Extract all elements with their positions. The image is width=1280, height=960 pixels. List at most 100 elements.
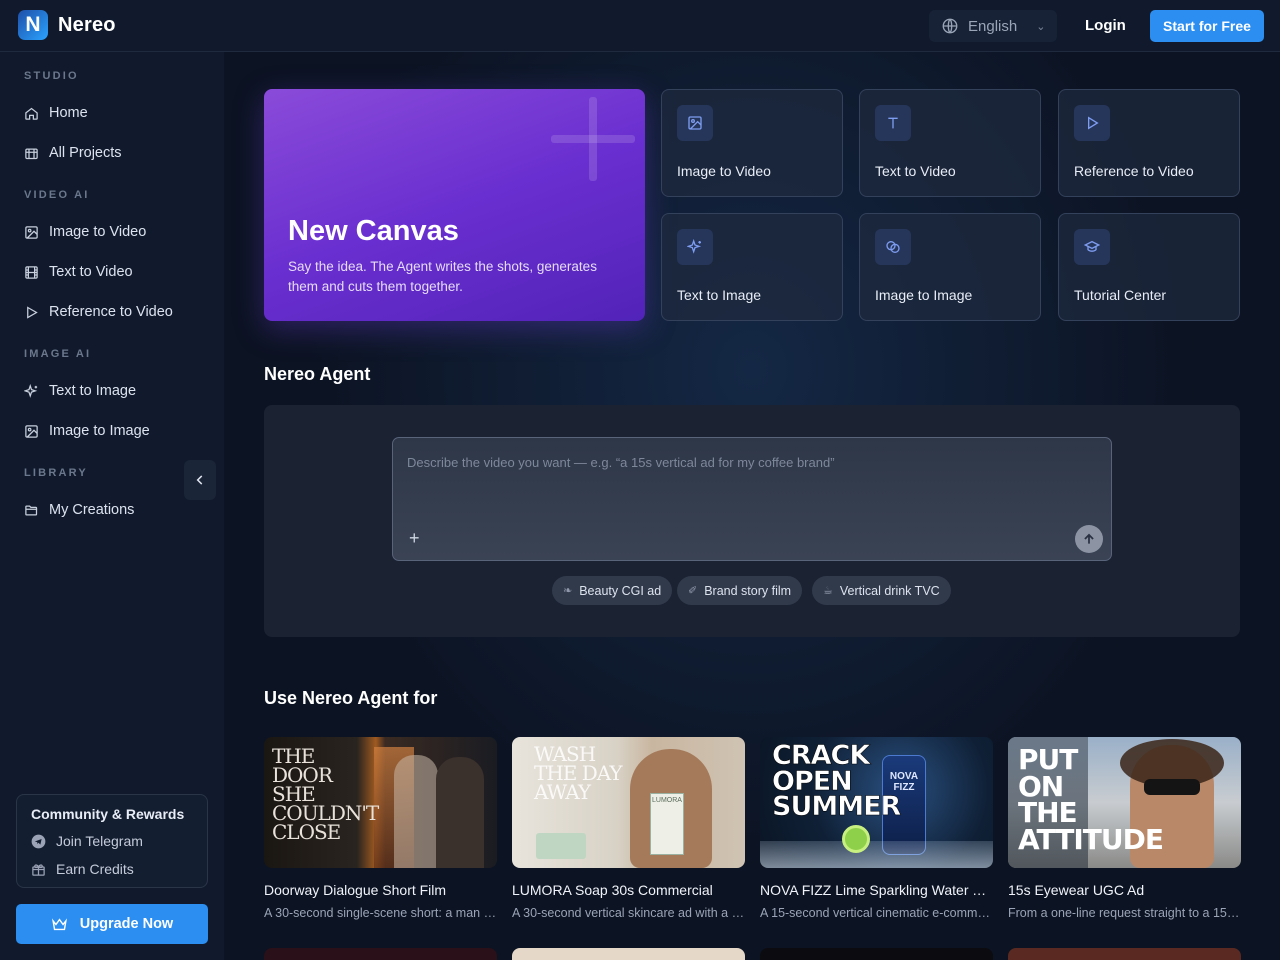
chip-label: Vertical drink TVC <box>839 583 940 598</box>
product-label: LUMORA <box>652 797 682 804</box>
film-icon <box>25 265 38 279</box>
logo[interactable]: N Nereo <box>18 10 116 40</box>
thumbnail-image: PUT ON THE ATTITUDE <box>1008 737 1241 868</box>
top-bar: N Nereo English ⌄ Login Start for Free <box>0 0 1280 52</box>
tool-label: Image to Video <box>677 163 771 179</box>
agent-prompt-input[interactable]: Describe the video you want — e.g. “a 15… <box>392 437 1112 561</box>
thumbnail-image: THE DOOR SHE COULDN'T CLOSE <box>264 737 497 868</box>
logo-icon: N <box>18 10 48 40</box>
sidebar-item-label: My Creations <box>49 502 135 518</box>
sparkle-icon <box>24 383 38 398</box>
add-attachment-icon[interactable]: + <box>409 528 420 549</box>
chip-vertical-drink-tvc[interactable]: ☕ Vertical drink TVC <box>812 576 951 605</box>
tool-card-reference-to-video[interactable]: Reference to Video <box>1058 89 1240 197</box>
sidebar-item-label: Text to Video <box>49 264 133 280</box>
main-content: New Canvas Say the idea. The Agent write… <box>224 52 1280 960</box>
thumbnail-image <box>512 948 745 960</box>
use-case-description: A 30-second single-scene short: a man an… <box>264 906 497 920</box>
sidebar-item-image-to-video[interactable]: Image to Video <box>24 220 146 244</box>
folder-open-icon <box>25 505 38 515</box>
tool-card-text-to-image[interactable]: Text to Image <box>661 213 843 321</box>
join-telegram-label: Join Telegram <box>56 833 143 849</box>
use-case-title: Doorway Dialogue Short Film <box>264 882 447 898</box>
sidebar: STUDIO Home All Projects VIDEO AI Image … <box>0 52 224 960</box>
chip-label: Brand story film <box>704 583 792 598</box>
tool-label: Image to Image <box>875 287 973 303</box>
use-case-title: 15s Eyewear UGC Ad <box>1008 882 1145 898</box>
thumbnail-caption: WASH THE DAY AWAY <box>534 742 623 804</box>
use-agent-heading: Use Nereo Agent for <box>264 688 438 708</box>
thumbnail-image: LUMORA WASH THE DAY AWAY <box>512 737 745 868</box>
thumbnail-caption: CRACK OPEN SUMMER <box>772 740 902 823</box>
thumbnail-caption: PUT ON THE ATTITUDE <box>1018 743 1164 856</box>
thumbnail-image <box>1008 948 1241 960</box>
thumbnail-image <box>760 948 993 960</box>
collapse-sidebar-button[interactable] <box>184 460 216 500</box>
sidebar-item-all-projects[interactable]: All Projects <box>24 141 122 165</box>
tool-card-text-to-video[interactable]: Text to Video <box>859 89 1041 197</box>
tool-label: Reference to Video <box>1074 163 1194 179</box>
community-rewards-panel: Community & Rewards Join Telegram Earn C… <box>16 794 208 888</box>
gift-icon <box>32 863 45 876</box>
crown-icon <box>51 917 67 930</box>
tool-label: Tutorial Center <box>1074 287 1167 303</box>
chip-brand-story-film[interactable]: ✐ Brand story film <box>677 576 803 605</box>
home-icon <box>25 107 38 120</box>
sidebar-item-label: All Projects <box>49 145 122 161</box>
tool-label: Text to Video <box>875 163 956 179</box>
play-icon <box>27 305 38 319</box>
play-icon <box>1074 105 1110 141</box>
thumbnail-image <box>264 948 497 960</box>
telegram-icon <box>31 834 46 848</box>
earn-credits-link[interactable]: Earn Credits <box>31 861 134 877</box>
text-icon <box>875 105 911 141</box>
send-button[interactable] <box>1075 525 1103 553</box>
sidebar-item-label: Reference to Video <box>49 304 173 320</box>
join-telegram-link[interactable]: Join Telegram <box>31 833 143 849</box>
use-case-card[interactable]: PUT ON THE ATTITUDE 15s Eyewear UGC Ad F… <box>1008 737 1241 920</box>
sidebar-item-text-to-video[interactable]: Text to Video <box>24 260 133 284</box>
globe-icon <box>942 18 958 34</box>
sidebar-item-label: Image to Image <box>49 423 150 439</box>
new-canvas-description: Say the idea. The Agent writes the shots… <box>288 259 597 294</box>
sparkle-icon <box>677 229 713 265</box>
sidebar-item-home[interactable]: Home <box>24 101 88 125</box>
chip-beauty-cgi-ad[interactable]: ❧ Beauty CGI ad <box>552 576 673 605</box>
sidebar-item-label: Home <box>49 105 88 121</box>
login-link[interactable]: Login <box>1085 17 1126 34</box>
image-icon <box>25 225 38 239</box>
tool-label: Text to Image <box>677 287 762 303</box>
tool-card-tutorial-center[interactable]: Tutorial Center <box>1058 213 1240 321</box>
sidebar-item-my-creations[interactable]: My Creations <box>24 498 134 522</box>
leaf-icon: ❧ <box>563 585 573 597</box>
image-icon <box>677 105 713 141</box>
use-case-description: From a one-line request straight to a 15… <box>1008 906 1241 920</box>
nereo-agent-heading: Nereo Agent <box>264 364 371 384</box>
graduation-cap-icon <box>1074 229 1110 265</box>
language-select[interactable]: English ⌄ <box>929 10 1057 42</box>
feather-icon: ✐ <box>688 585 698 597</box>
tool-card-image-to-image[interactable]: Image to Image <box>859 213 1041 321</box>
agent-panel: Describe the video you want — e.g. “a 15… <box>264 405 1240 637</box>
sidebar-item-text-to-image[interactable]: Text to Image <box>24 379 136 403</box>
chevron-left-icon <box>196 475 203 485</box>
section-label-studio: STUDIO <box>24 70 79 82</box>
folder-icon <box>25 148 38 159</box>
section-label-image-ai: IMAGE AI <box>24 348 92 360</box>
use-case-description: A 30-second vertical skincare ad with a … <box>512 906 745 920</box>
use-case-card[interactable]: NOVA FIZZ CRACK OPEN SUMMER NOVA FIZZ Li… <box>760 737 993 920</box>
sidebar-item-reference-to-video[interactable]: Reference to Video <box>24 300 173 324</box>
new-canvas-card[interactable]: New Canvas Say the idea. The Agent write… <box>264 89 645 321</box>
start-for-free-button[interactable]: Start for Free <box>1150 10 1264 42</box>
community-title: Community & Rewards <box>31 806 185 822</box>
use-case-title: LUMORA Soap 30s Commercial <box>512 882 713 898</box>
upgrade-label: Upgrade Now <box>79 916 174 932</box>
tool-card-image-to-video[interactable]: Image to Video <box>661 89 843 197</box>
upgrade-now-button[interactable]: Upgrade Now <box>16 904 208 944</box>
chip-label: Beauty CGI ad <box>579 583 662 598</box>
use-case-description: A 15-second vertical cinematic e-commerc… <box>760 906 993 920</box>
sidebar-item-image-to-image[interactable]: Image to Image <box>24 419 150 443</box>
use-case-card[interactable]: THE DOOR SHE COULDN'T CLOSE Doorway Dial… <box>264 737 497 920</box>
use-case-card[interactable]: LUMORA WASH THE DAY AWAY LUMORA Soap 30s… <box>512 737 745 920</box>
use-case-title: NOVA FIZZ Lime Sparkling Water TVC <box>760 882 993 898</box>
